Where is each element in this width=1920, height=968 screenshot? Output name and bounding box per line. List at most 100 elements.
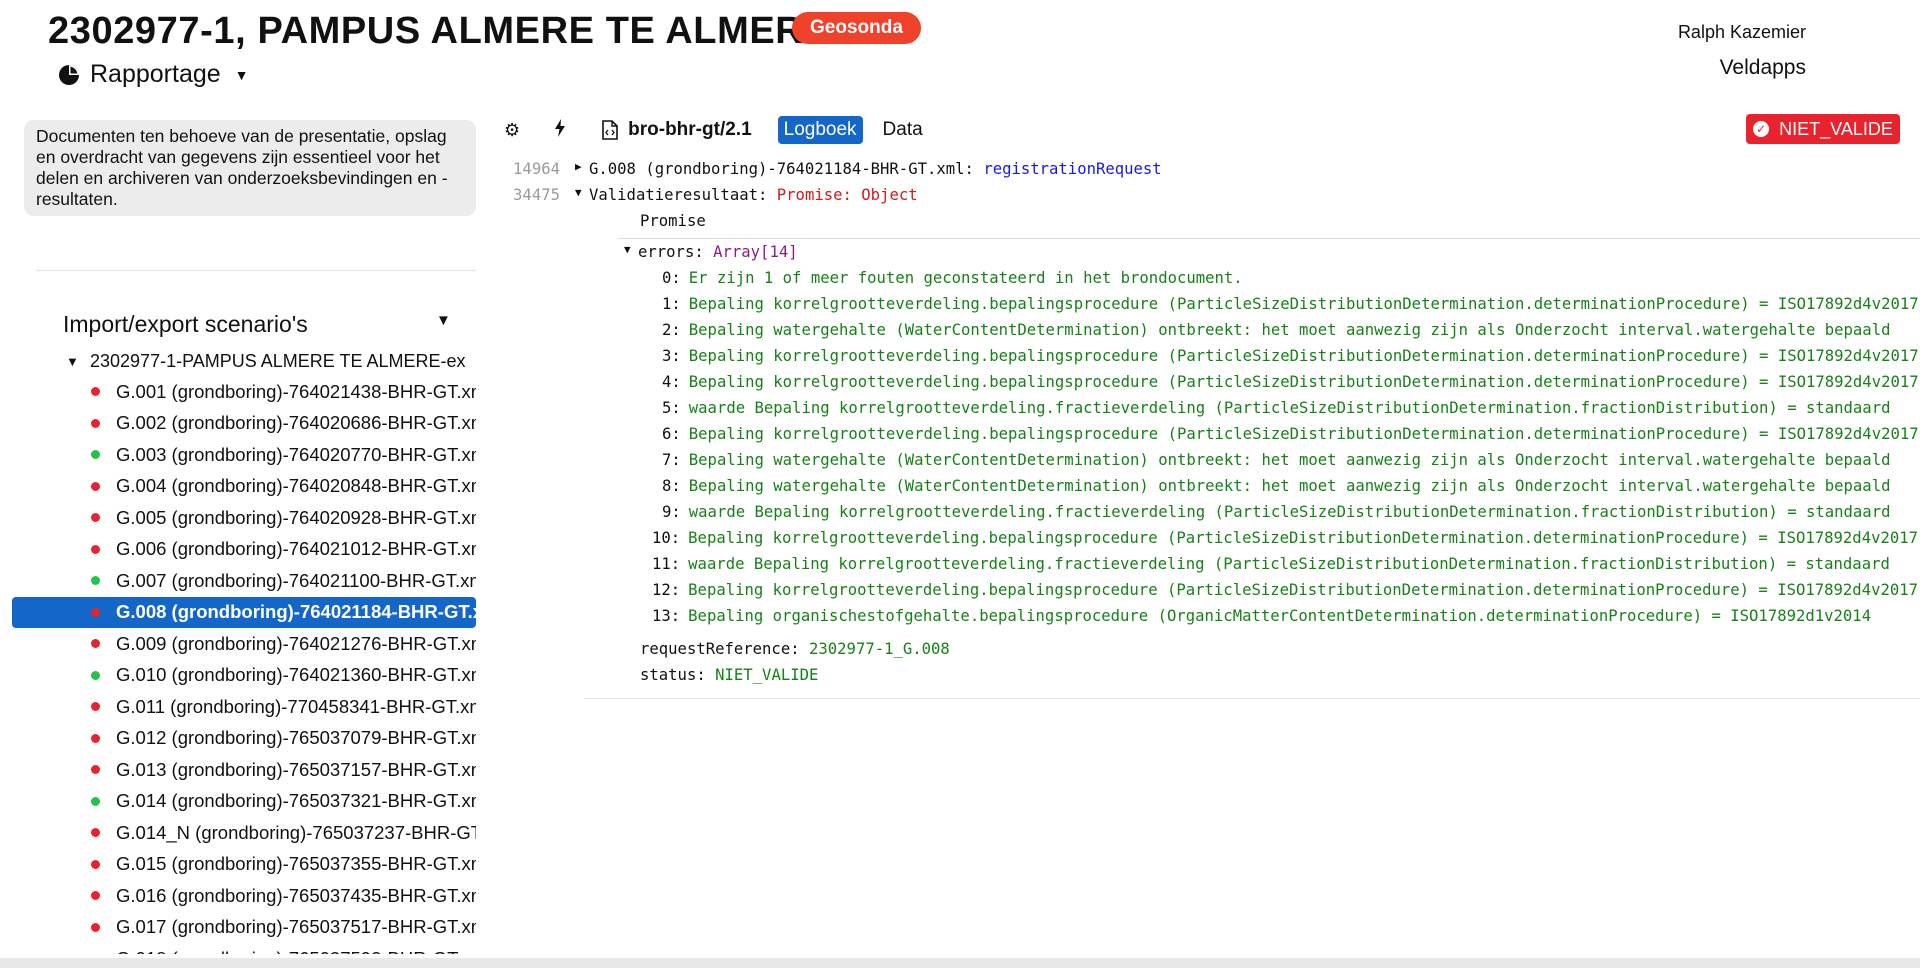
file-list-item[interactable]: G.002 (grondboring)-764020686-BHR-GT.xml	[12, 408, 476, 440]
error-message: Bepaling korrelgrootteverdeling.bepaling…	[688, 581, 1919, 599]
file-list-item[interactable]: G.013 (grondboring)-765037157-BHR-GT.xml	[12, 754, 476, 786]
expand-triangle-icon[interactable]: ▶	[575, 160, 589, 178]
status-dot-red	[91, 702, 100, 712]
file-list-item[interactable]: G.004 (grondboring)-764020848-BHR-GT.xml	[12, 471, 476, 503]
collapse-triangle-icon[interactable]: ▼	[624, 243, 638, 261]
error-item: 10: Bepaling korrelgrootteverdeling.bepal…	[652, 529, 1918, 547]
scenario-title: Import/export scenario's	[63, 311, 308, 337]
error-index: 3:	[662, 347, 681, 365]
file-list-label: G.007 (grondboring)-764021100-BHR-GT.xml	[116, 569, 476, 591]
file-list-item[interactable]: G.014 (grondboring)-765037321-BHR-GT.xml	[12, 786, 476, 818]
user-name[interactable]: Ralph Kazemier	[1678, 22, 1806, 43]
log-divider	[584, 698, 1920, 699]
error-message: Bepaling korrelgrootteverdeling.bepaling…	[688, 425, 1919, 443]
status-badge[interactable]: ✓ NIET_VALIDE	[1746, 114, 1900, 144]
file-list-item[interactable]: G.011 (grondboring)-770458341-BHR-GT.xml	[12, 691, 476, 723]
log-line-file[interactable]: 14964 ▶ G.008 (grondboring)-764021184-BH…	[490, 160, 1162, 178]
status-badge-label: NIET_VALIDE	[1779, 118, 1893, 139]
error-message: Bepaling korrelgrootteverdeling.bepaling…	[688, 295, 1919, 313]
scenario-root-label: 2302977-1-PAMPUS ALMERE TE ALMERE-ex	[90, 351, 466, 371]
error-index: 13:	[652, 607, 681, 625]
line-number: 14964	[513, 160, 560, 178]
status-dot-green	[91, 796, 100, 806]
status-dot-red	[91, 607, 100, 617]
file-list-label: G.012 (grondboring)-765037079-BHR-GT.xml	[116, 727, 476, 749]
tab-data[interactable]: Data	[877, 116, 929, 144]
file-list-label: G.009 (grondboring)-764021276-BHR-GT.xml	[116, 632, 476, 654]
file-list-label: G.014 (grondboring)-765037321-BHR-GT.xml	[116, 790, 476, 812]
request-reference-line: requestReference: 2302977-1_G.008	[640, 640, 950, 658]
error-item: 0: Er zijn 1 of meer fouten geconstateerd…	[662, 269, 1243, 287]
error-item: 13: Bepaling organischestofgehalte.bepali…	[652, 607, 1871, 625]
error-message: waarde Bepaling korrelgrootteverdeling.f…	[688, 399, 1891, 417]
info-box: Documenten ten behoeve van de presentati…	[24, 120, 476, 216]
file-list-label: G.005 (grondboring)-764020928-BHR-GT.xml	[116, 506, 476, 528]
error-message: Bepaling watergehalte (WaterContentDeter…	[688, 451, 1891, 469]
file-list-item[interactable]: G.015 (grondboring)-765037355-BHR-GT.xml	[12, 849, 476, 881]
status-dot-red	[91, 513, 100, 523]
file-list-label: G.002 (grondboring)-764020686-BHR-GT.xml	[116, 412, 476, 434]
schema-label: bro-bhr-gt/2.1	[628, 119, 752, 140]
error-item: 3: Bepaling korrelgrootteverdeling.bepali…	[662, 347, 1919, 365]
status-dot-red	[91, 639, 100, 649]
validation-label: Validatieresultaat:	[589, 186, 768, 204]
status-dot-red	[91, 859, 100, 869]
file-list-item[interactable]: G.006 (grondboring)-764021012-BHR-GT.xml	[12, 534, 476, 566]
scenario-dropdown-icon[interactable]: ▼	[436, 312, 451, 329]
status-dot-red	[91, 922, 100, 932]
rapportage-menu[interactable]: Rapportage ▼	[58, 60, 249, 89]
error-index: 5:	[662, 399, 681, 417]
bolt-icon[interactable]	[554, 118, 566, 142]
file-list-item[interactable]: G.010 (grondboring)-764021360-BHR-GT.xml	[12, 660, 476, 692]
file-list-item[interactable]: G.012 (grondboring)-765037079-BHR-GT.xml	[12, 723, 476, 755]
error-item: 5: waarde Bepaling korrelgrootteverdeling…	[662, 399, 1890, 417]
collapse-triangle-icon[interactable]: ▼	[575, 186, 589, 204]
error-item: 9: waarde Bepaling korrelgrootteverdeling…	[662, 503, 1890, 521]
divider	[618, 238, 1920, 239]
status-dot-red	[91, 418, 100, 428]
check-circle-icon: ✓	[1753, 121, 1770, 137]
file-list-item[interactable]: G.007 (grondboring)-764021100-BHR-GT.xml	[12, 565, 476, 597]
file-list-item[interactable]: G.016 (grondboring)-765037435-BHR-GT.xml	[12, 880, 476, 912]
gear-icon[interactable]: ⚙	[504, 120, 520, 141]
company-badge: Geosonda	[792, 12, 921, 44]
tab-logboek[interactable]: Logboek	[777, 116, 863, 144]
file-list-item[interactable]: G.003 (grondboring)-764020770-BHR-GT.xml	[12, 439, 476, 471]
errors-line[interactable]: ▼ errors: Array[14]	[624, 243, 798, 261]
file-list-label: G.016 (grondboring)-765037435-BHR-GT.xml	[116, 884, 476, 906]
error-index: 2:	[662, 321, 681, 339]
collapse-triangle-icon[interactable]: ▼	[66, 354, 80, 369]
file-list-item[interactable]: G.009 (grondboring)-764021276-BHR-GT.xml	[12, 628, 476, 660]
file-list-item[interactable]: G.008 (grondboring)-764021184-BHR-GT.xml	[12, 596, 476, 628]
toolbar: ⚙ bro-bhr-gt/2.1 Logboek Data	[504, 114, 929, 146]
status-dot-red	[91, 733, 100, 743]
file-list-label: G.015 (grondboring)-765037355-BHR-GT.xml	[116, 853, 476, 875]
file-list-label: G.001 (grondboring)-764021438-BHR-GT.xml	[116, 380, 476, 402]
log-line-validation[interactable]: 34475 ▼ Validatieresultaat: Promise: Obj…	[490, 186, 918, 204]
errors-value: Array[14]	[713, 243, 798, 261]
error-message: Bepaling organischestofgehalte.bepalings…	[688, 607, 1872, 625]
status-dot-green	[91, 450, 100, 460]
error-index: 9:	[662, 503, 681, 521]
error-index: 11:	[652, 555, 681, 573]
error-message: Bepaling watergehalte (WaterContentDeter…	[688, 321, 1891, 339]
file-list-item[interactable]: G.014_N (grondboring)-765037237-BHR-GT.x…	[12, 817, 476, 849]
error-message: waarde Bepaling korrelgrootteverdeling.f…	[688, 555, 1890, 573]
scenario-root-item[interactable]: ▼ 2302977-1-PAMPUS ALMERE TE ALMERE-ex	[66, 351, 476, 372]
error-index: 4:	[662, 373, 681, 391]
file-list-item[interactable]: G.001 (grondboring)-764021438-BHR-GT.xml	[12, 376, 476, 408]
file-list-label: G.011 (grondboring)-770458341-BHR-GT.xml	[116, 695, 476, 717]
file-list-item[interactable]: G.017 (grondboring)-765037517-BHR-GT.xml	[12, 912, 476, 944]
log-file-name: G.008 (grondboring)-764021184-BHR-GT.xml…	[589, 160, 974, 178]
page-title: 2302977-1, PAMPUS ALMERE TE ALMERE	[48, 10, 830, 52]
log-file-value: registrationRequest	[983, 160, 1162, 178]
sidebar-divider	[36, 270, 476, 271]
error-index: 6:	[662, 425, 681, 443]
error-message: Bepaling korrelgrootteverdeling.bepaling…	[688, 347, 1919, 365]
error-index: 8:	[662, 477, 681, 495]
file-list-item[interactable]: G.018 (grondboring)-765037593-BHR-GT.xml	[12, 943, 476, 954]
file-list-item[interactable]: G.005 (grondboring)-764020928-BHR-GT.xml	[12, 502, 476, 534]
error-item: 6: Bepaling korrelgrootteverdeling.bepali…	[662, 425, 1919, 443]
status-dot-red	[91, 891, 100, 901]
organization-name[interactable]: Veldapps	[1720, 56, 1806, 80]
